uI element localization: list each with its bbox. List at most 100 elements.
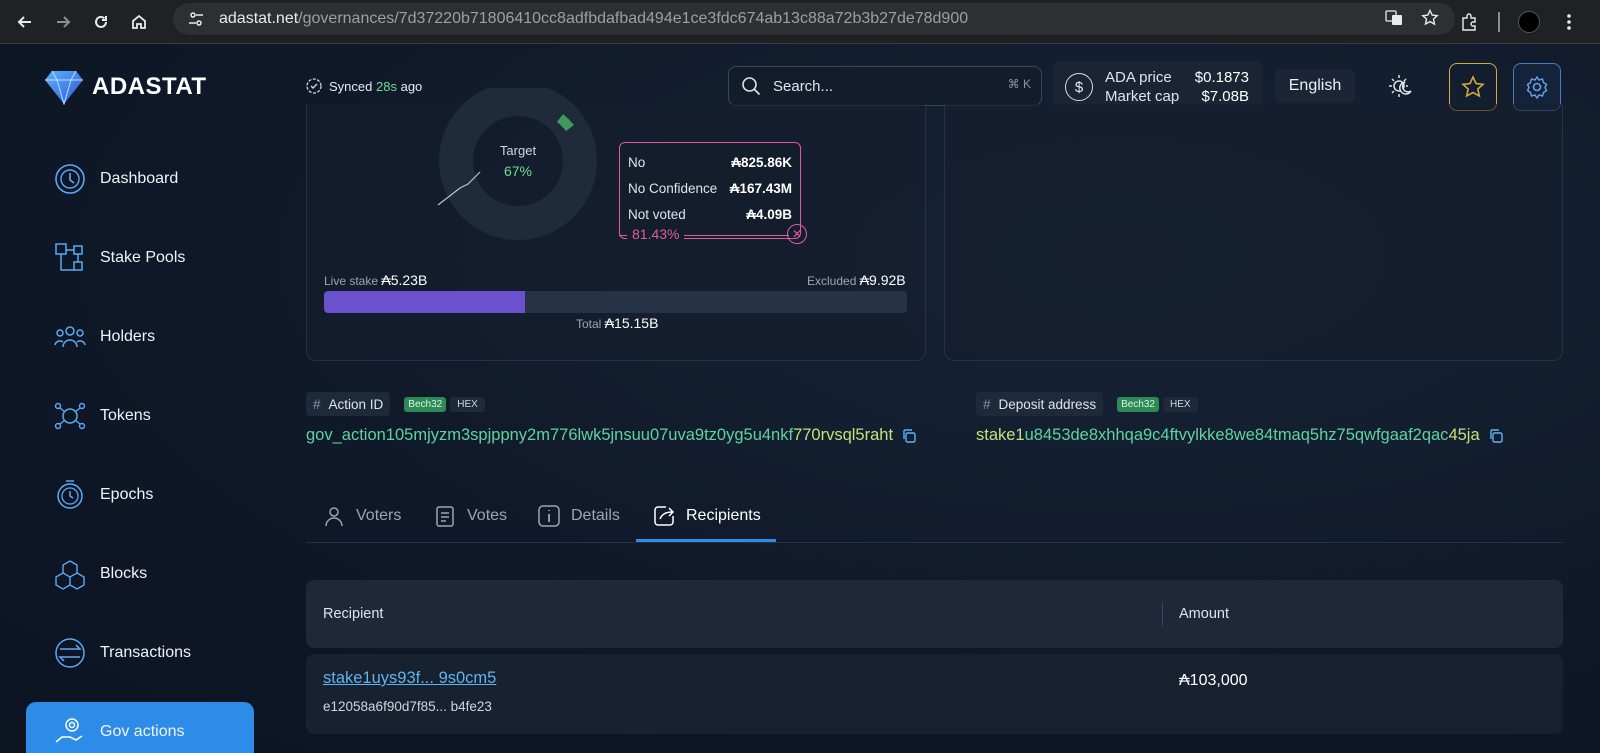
language-selector[interactable]: English: [1275, 69, 1355, 103]
sidebar-item-label: Transactions: [100, 643, 191, 661]
star-icon: [1461, 75, 1485, 98]
recipient-hex: e12058a6f90d7f85... b4fe23: [323, 699, 492, 714]
bookmark-star-icon[interactable]: [1419, 7, 1441, 29]
browser-toolbar: adastat.net/governances/7d37220b71806410…: [0, 0, 1600, 44]
sidebar-item-gov-actions[interactable]: Gov actions: [26, 702, 254, 753]
details-icon: [538, 505, 560, 527]
back-icon[interactable]: [6, 4, 44, 40]
action-id-tail: 770rvsql5raht: [793, 426, 894, 444]
hex-toggle[interactable]: HEX: [1163, 396, 1198, 412]
address-bar[interactable]: adastat.net/governances/7d37220b71806410…: [173, 3, 1455, 35]
tab-voters[interactable]: Voters: [322, 489, 401, 543]
sidebar-item-transactions[interactable]: Transactions: [26, 613, 254, 692]
action-id-value[interactable]: gov_action105mjyzm3spjppny2m776lwk5jnsuu…: [306, 426, 917, 445]
copy-icon[interactable]: [901, 428, 917, 444]
tokens-icon: [53, 399, 87, 433]
tab-label: Voters: [356, 507, 402, 524]
table-row: stake1uys93f... 9s0cm5 e12058a6f90d7f85.…: [306, 654, 1563, 734]
tab-details[interactable]: Details: [537, 489, 620, 543]
sync-status: Synced 28s ago: [306, 78, 422, 94]
recipients-table-header: Recipient Amount: [306, 580, 1563, 648]
stake-pools-icon: [53, 241, 87, 275]
sidebar-item-tokens[interactable]: Tokens: [26, 376, 254, 455]
bech32-toggle[interactable]: Bech32: [404, 396, 447, 412]
tooltip-row-no: No ₳825.86K: [628, 149, 792, 175]
action-id-chip: # Action ID: [306, 392, 391, 416]
profile-avatar[interactable]: [1518, 11, 1540, 33]
extensions-icon[interactable]: [1458, 11, 1480, 33]
copy-icon[interactable]: [1488, 428, 1504, 444]
sidebar-item-label: Stake Pools: [100, 248, 186, 266]
tab-recipients[interactable]: Recipients: [652, 489, 761, 543]
tab-label: Recipients: [686, 507, 761, 524]
sidebar-item-label: Holders: [100, 327, 156, 345]
url-text: adastat.net/governances/7d37220b71806410…: [219, 10, 968, 28]
tooltip-label: Not voted: [628, 206, 686, 222]
blocks-icon: [53, 557, 87, 591]
excluded-stake: Excluded ₳9.92B: [807, 272, 906, 288]
target-indicator: Target 67%: [488, 141, 548, 181]
search-input[interactable]: Search... ⌘ K: [728, 66, 1042, 106]
recipients-icon: [654, 506, 675, 526]
ada-price-label: ADA price: [1105, 69, 1172, 86]
more-menu-icon[interactable]: [1558, 11, 1580, 33]
theme-toggle-icon[interactable]: [1385, 70, 1417, 102]
hex-toggle[interactable]: HEX: [450, 396, 485, 412]
hash-icon: #: [983, 396, 991, 412]
transactions-icon: [53, 636, 87, 670]
site-settings-icon[interactable]: [185, 8, 207, 30]
search-icon: [742, 77, 761, 96]
active-tab-indicator: [636, 539, 776, 542]
deposit-address-tail: 45ja: [1448, 426, 1480, 444]
live-stake: Live stake ₳5.23B: [324, 272, 427, 288]
no-vote-x-icon: ✕: [787, 224, 807, 244]
deposit-address-label: Deposit address: [998, 396, 1097, 412]
gear-icon: [1526, 75, 1548, 99]
tab-votes[interactable]: Votes: [433, 489, 507, 543]
app-root: ADASTAT Synced 28s ago Search... ⌘ K $ A…: [0, 44, 1600, 753]
logo[interactable]: ADASTAT: [44, 69, 207, 105]
sidebar-item-dashboard[interactable]: Dashboard: [26, 139, 254, 218]
search-shortcut: ⌘ K: [1007, 77, 1031, 91]
tooltip-value: ₳825.86K: [731, 154, 792, 170]
recipient-amount: ₳103,000: [1179, 672, 1248, 689]
recipient-address-link[interactable]: stake1uys93f... 9s0cm5: [323, 669, 496, 688]
tooltip-value: ₳4.09B: [746, 206, 792, 222]
no-vote-indicator: 81.43% ✕: [619, 224, 809, 248]
excluded-value: ₳9.92B: [859, 272, 906, 288]
sidebar-item-epochs[interactable]: Epochs: [26, 455, 254, 534]
sidebar-item-label: Gov actions: [100, 723, 185, 740]
column-header-recipient: Recipient: [323, 606, 384, 622]
url-path: /governances/7d37220b71806410cc8adfbdafb…: [298, 10, 969, 27]
secondary-card: [944, 104, 1563, 361]
action-id-block: # Action ID Bech32 HEX gov_action105mjyzm…: [306, 392, 917, 445]
synced-suffix: ago: [400, 78, 423, 94]
action-id-label: Action ID: [328, 396, 384, 412]
tooltip-label: No Confidence: [628, 180, 718, 196]
target-value: 67%: [503, 163, 533, 179]
sidebar-item-stake-pools[interactable]: Stake Pools: [26, 218, 254, 297]
tooltip-label: No: [628, 154, 646, 170]
url-host: adastat.net: [219, 10, 299, 27]
deposit-address-block: # Deposit address Bech32 HEX stake1u8453d…: [976, 392, 1504, 445]
reload-icon[interactable]: [82, 4, 120, 40]
ada-price-value: $0.1873: [1194, 69, 1249, 86]
adastat-logo-icon: [45, 70, 83, 105]
action-id-main: gov_action105mjyzm3spjppny2m776lwk5jnsuu…: [306, 426, 794, 444]
forward-icon[interactable]: [44, 4, 82, 40]
excluded-label: Excluded: [807, 274, 857, 288]
total-label: Total: [576, 317, 602, 331]
sync-check-icon: [306, 78, 322, 94]
sidebar-item-blocks[interactable]: Blocks: [26, 534, 254, 613]
no-vote-percentage: 81.43%: [627, 226, 685, 242]
tooltip-row-no-confidence: No Confidence ₳167.43M: [628, 175, 792, 201]
home-icon[interactable]: [120, 4, 158, 40]
deposit-address-value[interactable]: stake1u8453de8xhhqa9c4ftvylkke8we84tmaq5…: [976, 426, 1504, 445]
synced-prefix: Synced: [329, 78, 373, 94]
brand-name: ADASTAT: [92, 73, 207, 100]
dollar-icon: $: [1065, 73, 1093, 101]
sidebar-item-holders[interactable]: Holders: [26, 297, 254, 376]
bech32-toggle[interactable]: Bech32: [1117, 396, 1159, 412]
translate-icon[interactable]: [1383, 7, 1405, 29]
gov-actions-icon: [53, 715, 87, 749]
